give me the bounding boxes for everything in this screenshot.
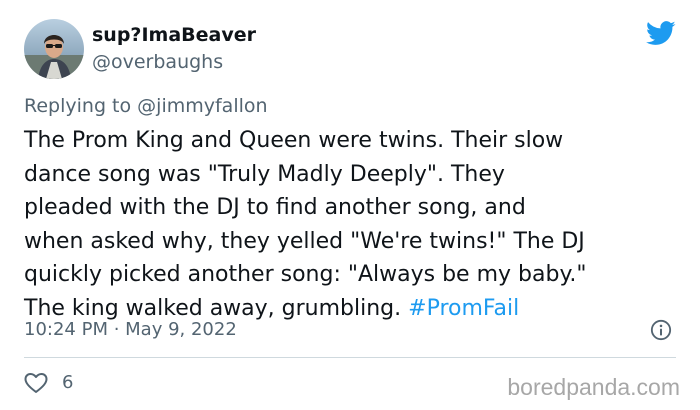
tweet-text-line: pleaded with the DJ to find another song… [24,195,526,220]
hashtag-link[interactable]: #PromFail [408,296,519,321]
info-icon[interactable] [650,319,672,341]
tweet-text-line: dance song was "Truly Madly Deeply". The… [24,161,505,187]
like-count: 6 [62,372,74,393]
twitter-bird-icon[interactable] [646,21,676,46]
divider [24,357,676,358]
reply-prefix: Replying to [24,95,132,117]
reply-mention-link[interactable]: @jimmyfallon [137,95,267,117]
heart-icon[interactable] [24,372,48,394]
avatar-image [24,19,84,79]
watermark: boredpanda.com [507,374,680,400]
reply-context: Replying to @jimmyfallon [24,94,268,118]
tweet-text-line: The king walked away, grumbling. [24,295,402,321]
author-handle[interactable]: @overbaughs [92,50,223,74]
author-display-name[interactable]: sup?ImaBeaver [92,23,256,47]
tweet-timestamp[interactable]: 10:24 PM · May 9, 2022 [24,318,237,342]
tweet-text: The Prom King and Queen were twins. Thei… [24,124,694,325]
avatar[interactable] [24,19,84,79]
tweet-text-line: when asked why, they yelled "We're twins… [24,228,585,254]
tweet-text-line: quickly picked another song: "Always be … [24,262,587,287]
tweet-text-line: The Prom King and Queen were twins. Thei… [24,128,564,153]
